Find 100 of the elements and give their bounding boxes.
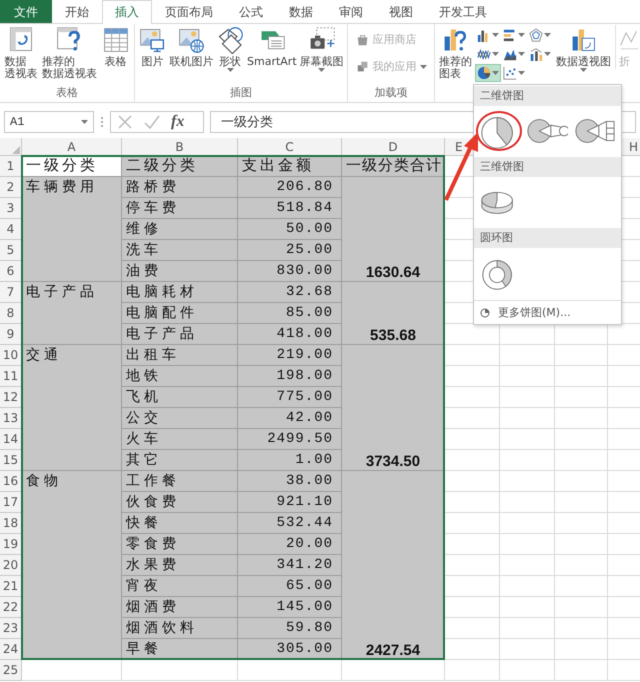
- row-header[interactable]: 14: [0, 429, 22, 450]
- column-header[interactable]: C: [285, 138, 294, 156]
- row-header[interactable]: 7: [0, 282, 22, 303]
- caret-icon: [81, 120, 88, 124]
- table-cell: 快餐: [122, 513, 238, 534]
- ribbon-button[interactable]: 数据 透视表: [3, 25, 38, 81]
- group-label: 表格: [55, 86, 79, 101]
- row-header[interactable]: 5: [0, 240, 22, 261]
- row-header[interactable]: 12: [0, 387, 22, 408]
- row-header[interactable]: 16: [0, 471, 22, 492]
- ribbon-tab[interactable]: 开发工具: [426, 0, 500, 23]
- ribbon-button[interactable]: 数据透视图: [555, 25, 612, 75]
- table-cell: 工作餐: [122, 471, 238, 492]
- chart-type-button[interactable]: [475, 64, 501, 82]
- row-header[interactable]: 11: [0, 366, 22, 387]
- row-header[interactable]: 19: [0, 534, 22, 555]
- row-header[interactable]: 4: [0, 219, 22, 240]
- table-cell: 50.00: [238, 219, 342, 240]
- table-cell: 食物: [22, 471, 122, 660]
- insert-function-button[interactable]: fx: [171, 113, 184, 131]
- row-header[interactable]: 9: [0, 324, 22, 345]
- table-cell: 一级分类: [22, 156, 122, 177]
- ribbon-button[interactable]: 屏幕截图: [298, 25, 344, 75]
- row-header[interactable]: 20: [0, 555, 22, 576]
- row-header[interactable]: 13: [0, 408, 22, 429]
- row-header[interactable]: 24: [0, 639, 22, 660]
- table-cell: 65.00: [238, 576, 342, 597]
- menu-section-title: 二维饼图: [474, 86, 621, 106]
- pie-chart-icon: [477, 66, 491, 80]
- row-header[interactable]: 6: [0, 261, 22, 282]
- bar-chart-icon: [503, 28, 517, 42]
- column-header[interactable]: H: [628, 138, 638, 156]
- ribbon-tab[interactable]: 页面布局: [152, 0, 226, 23]
- table-cell: 2499.50: [238, 429, 342, 450]
- table-cell: 停车费: [122, 198, 238, 219]
- column-header[interactable]: D: [388, 138, 398, 156]
- ribbon-button[interactable]: 形状: [215, 25, 246, 75]
- ribbon-tab[interactable]: 数据: [276, 0, 326, 23]
- table-cell: 飞机: [122, 387, 238, 408]
- ribbon-button[interactable]: 推荐的 数据透视表: [40, 25, 98, 81]
- pie-chart-option[interactable]: [476, 111, 522, 151]
- name-box[interactable]: A1: [4, 111, 94, 133]
- table-cell: 59.80: [238, 618, 342, 639]
- combo-chart-icon: [529, 47, 543, 61]
- ribbon-tab[interactable]: 视图: [376, 0, 426, 23]
- ribbon-tab[interactable]: 插入: [102, 0, 152, 24]
- table-cell: 518.84: [238, 198, 342, 219]
- table-cell: 2427.54: [342, 471, 445, 660]
- row-header[interactable]: 22: [0, 597, 22, 618]
- apps-icon: [356, 60, 370, 74]
- ribbon-tab[interactable]: 公式: [226, 0, 276, 23]
- column-header[interactable]: A: [67, 138, 76, 156]
- column-header[interactable]: E: [455, 138, 463, 156]
- chart-type-button[interactable]: [501, 64, 527, 82]
- table-cell: 85.00: [238, 303, 342, 324]
- row-header[interactable]: 23: [0, 618, 22, 639]
- ribbon-button[interactable]: 表格: [100, 25, 131, 69]
- row-header[interactable]: 15: [0, 450, 22, 471]
- file-tab[interactable]: 文件: [0, 0, 52, 23]
- table-cell: 车辆费用: [22, 177, 122, 282]
- grip-icon: [100, 115, 104, 129]
- table-cell: 145.00: [238, 597, 342, 618]
- group-label: 加载项: [374, 86, 408, 101]
- table-cell: 532.44: [238, 513, 342, 534]
- table-cell: 其它: [122, 450, 238, 471]
- row-header[interactable]: 1: [0, 156, 22, 177]
- row-header[interactable]: 17: [0, 492, 22, 513]
- column-header[interactable]: B: [175, 138, 184, 156]
- row-header[interactable]: 3: [0, 198, 22, 219]
- row-header[interactable]: 2: [0, 177, 22, 198]
- table-cell: 宵夜: [122, 576, 238, 597]
- table-cell: 交通: [22, 345, 122, 471]
- menu-section-title: 三维饼图: [474, 157, 621, 177]
- row-header[interactable]: 21: [0, 576, 22, 597]
- row-header[interactable]: 8: [0, 303, 22, 324]
- table-cell: 42.00: [238, 408, 342, 429]
- row-header[interactable]: 25: [0, 660, 22, 681]
- table-cell: 535.68: [342, 282, 445, 345]
- table-cell: 32.68: [238, 282, 342, 303]
- chart-type-button[interactable]: [527, 26, 553, 44]
- table-cell: 电子产品: [122, 324, 238, 345]
- ribbon-button[interactable]: 图片: [137, 25, 168, 69]
- ribbon-button[interactable]: SmartArt: [246, 25, 298, 69]
- pointer-arrow: [444, 132, 478, 201]
- line-chart-icon: [477, 47, 491, 61]
- table-cell: 38.00: [238, 471, 342, 492]
- row-header[interactable]: 10: [0, 345, 22, 366]
- table-cell: 775.00: [238, 387, 342, 408]
- ribbon-tab[interactable]: 审阅: [326, 0, 376, 23]
- table-cell: 维修: [122, 219, 238, 240]
- more-charts-item[interactable]: 更多饼图(M)...: [474, 300, 621, 324]
- table-cell: 一级分类合计: [342, 156, 445, 177]
- ribbon-tab[interactable]: 开始: [52, 0, 102, 23]
- table-cell: 341.20: [238, 555, 342, 576]
- table-cell: 20.00: [238, 534, 342, 555]
- table-cell: 地铁: [122, 366, 238, 387]
- row-header[interactable]: 18: [0, 513, 22, 534]
- ribbon-button[interactable]: 推荐的 图表: [438, 25, 473, 81]
- group-label: 插图: [229, 86, 253, 101]
- ribbon-button[interactable]: 联机图片: [168, 25, 214, 69]
